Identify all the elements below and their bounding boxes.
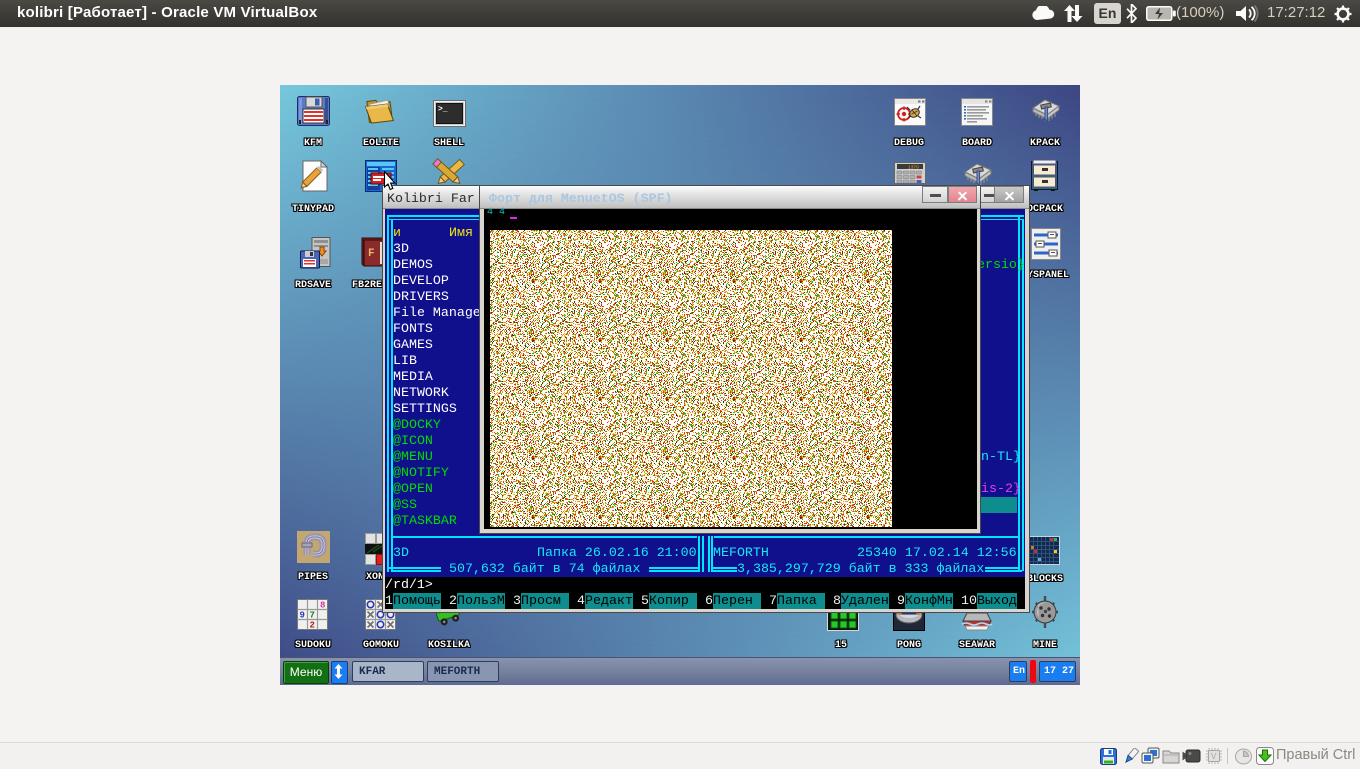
svg-text:V: V xyxy=(1211,752,1217,761)
svg-text:8: 8 xyxy=(320,601,325,611)
svg-text:>_: >_ xyxy=(438,105,448,114)
svg-text:F: F xyxy=(368,248,375,260)
svg-text:2: 2 xyxy=(310,621,315,631)
svg-text:9: 9 xyxy=(300,611,305,621)
svg-text:1379: 1379 xyxy=(908,165,919,171)
svg-text:7: 7 xyxy=(310,611,315,621)
